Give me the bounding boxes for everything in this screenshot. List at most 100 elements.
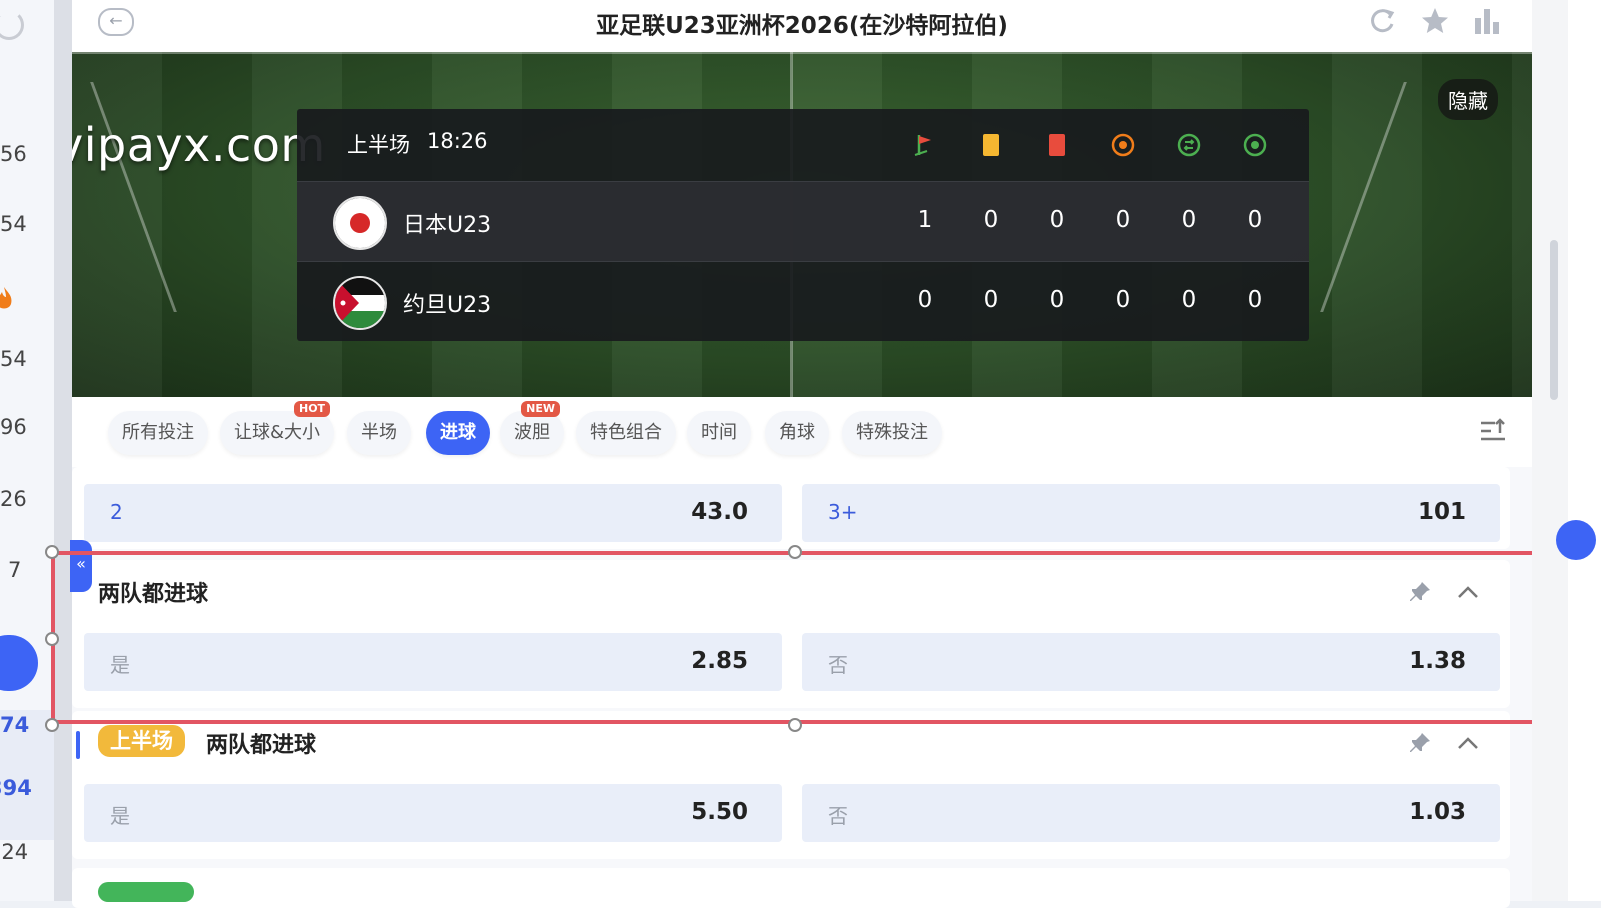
- first-half-badge: 上半场: [98, 725, 185, 757]
- stats-bar-icon[interactable]: [1472, 6, 1502, 36]
- list-value[interactable]: 54: [0, 212, 27, 236]
- odds-value: 1.03: [1409, 799, 1466, 825]
- tab-label: 特殊投注: [856, 422, 928, 443]
- odds-label: 3+: [828, 500, 858, 524]
- substitution-icon: [1156, 129, 1222, 161]
- tab-special-bets[interactable]: 特殊投注: [842, 411, 942, 455]
- market-card-total-goals: 2 43.0 3+ 101: [72, 467, 1510, 549]
- selection-box: [51, 551, 1539, 724]
- tab-handicap-ou[interactable]: 让球&大小 HOT: [220, 401, 335, 455]
- hide-button[interactable]: 隐藏: [1438, 79, 1498, 120]
- pin-icon[interactable]: [1408, 731, 1432, 755]
- odds-value: 101: [1417, 499, 1466, 525]
- team-row-away: 约旦U23 0 0 0 0 0 0: [297, 261, 1309, 342]
- chevron-up-icon[interactable]: [1456, 733, 1480, 753]
- list-value[interactable]: 394: [0, 776, 32, 800]
- odds-label: 2: [110, 500, 123, 524]
- list-value[interactable]: 74: [0, 713, 29, 737]
- corner-flag-icon: [892, 129, 958, 161]
- sort-collapse-icon[interactable]: [1478, 417, 1508, 447]
- stat-substitutions: 0: [1181, 287, 1197, 313]
- goal-ball-icon: [1222, 129, 1288, 161]
- team-name: 日本U23: [403, 213, 492, 238]
- refresh-icon[interactable]: [1368, 6, 1398, 36]
- tab-label: 时间: [701, 422, 737, 443]
- tab-correct-score[interactable]: 波胆 NEW: [500, 401, 564, 455]
- star-icon[interactable]: [1420, 6, 1450, 36]
- tab-time[interactable]: 时间: [687, 411, 751, 455]
- right-gutter: [1532, 0, 1568, 901]
- japan-flag-icon: [333, 196, 387, 250]
- match-period: 上半场: [347, 133, 410, 157]
- odds-button[interactable]: 2 43.0: [84, 484, 782, 542]
- float-button[interactable]: [1556, 520, 1596, 560]
- odds-value: 5.50: [691, 799, 748, 825]
- market-card-first-half-both-score: 上半场 两队都进球 是 5.50 否 1.03: [72, 711, 1510, 859]
- odds-value: 43.0: [691, 499, 748, 525]
- resize-handle[interactable]: [45, 632, 59, 646]
- odds-label: 是: [110, 804, 130, 828]
- tab-all-bets[interactable]: 所有投注: [108, 411, 208, 455]
- stat-red-cards: 0: [1049, 207, 1065, 233]
- refresh-icon[interactable]: [0, 10, 24, 40]
- stat-yellow-cards: 0: [983, 287, 999, 313]
- odds-button[interactable]: 否 1.03: [802, 784, 1500, 842]
- list-value[interactable]: 56: [0, 142, 27, 166]
- tab-label: 半场: [361, 422, 397, 443]
- stat-penalties: 0: [1115, 287, 1131, 313]
- tab-corners[interactable]: 角球: [765, 411, 829, 455]
- scoreboard: 上半场 18:26 日本U23 1 0 0 0 0 0 约旦U23 0 0 0 …: [297, 109, 1309, 341]
- scrollbar[interactable]: [1550, 240, 1558, 400]
- team-name: 约旦U23: [403, 293, 492, 318]
- market-title: 两队都进球: [206, 733, 317, 758]
- list-value[interactable]: 54: [0, 347, 27, 371]
- list-value[interactable]: 7: [8, 558, 21, 582]
- match-detail-panel: ← 亚足联U23亚洲杯2026(在沙特阿拉伯) vipayx.com 隐藏 上半…: [72, 0, 1532, 908]
- stat-corners: 1: [917, 207, 933, 233]
- scoreboard-header: 上半场 18:26: [297, 109, 1309, 181]
- list-value[interactable]: 324: [0, 840, 28, 864]
- odds-button[interactable]: 3+ 101: [802, 484, 1500, 542]
- right-panel: [1556, 0, 1601, 901]
- yellow-card-icon: [958, 129, 1024, 161]
- active-indicator-pill[interactable]: [0, 635, 38, 691]
- red-card-icon: [1024, 129, 1090, 161]
- stat-corners: 0: [917, 287, 933, 313]
- resize-handle[interactable]: [45, 545, 59, 559]
- live-banner: vipayx.com 隐藏 上半场 18:26 日本U23 1 0 0 0 0 …: [72, 52, 1532, 397]
- stat-substitutions: 0: [1181, 207, 1197, 233]
- list-value[interactable]: 96: [0, 415, 27, 439]
- stat-red-cards: 0: [1049, 287, 1065, 313]
- tab-half[interactable]: 半场: [347, 411, 411, 455]
- odds-label: 否: [828, 804, 848, 828]
- new-badge: NEW: [521, 401, 560, 417]
- resize-handle[interactable]: [45, 718, 59, 732]
- hot-badge: HOT: [293, 401, 331, 417]
- tab-label: 角球: [779, 422, 815, 443]
- market-tabs: 所有投注 让球&大小 HOT 半场 进球 波胆 NEW 特色组合 时间 角球 特殊投…: [72, 397, 1532, 467]
- resize-handle[interactable]: [788, 718, 802, 732]
- list-value[interactable]: 26: [0, 487, 27, 511]
- market-card-next: [72, 868, 1510, 908]
- team-row-home: 日本U23 1 0 0 0 0 0: [297, 181, 1309, 262]
- watermark-text: vipayx.com: [72, 118, 326, 172]
- fire-icon: [0, 286, 14, 312]
- tab-label: 特色组合: [590, 422, 662, 443]
- resize-handle[interactable]: [788, 545, 802, 559]
- tab-special-combo[interactable]: 特色组合: [576, 411, 676, 455]
- tab-label: 让球&大小: [234, 422, 321, 443]
- tab-label: 波胆: [514, 422, 550, 443]
- page-title: 亚足联U23亚洲杯2026(在沙特阿拉伯): [596, 13, 1008, 39]
- penalty-icon: [1090, 129, 1156, 161]
- stat-penalties: 0: [1115, 207, 1131, 233]
- odds-button[interactable]: 是 5.50: [84, 784, 782, 842]
- match-clock: 18:26: [427, 129, 488, 153]
- tab-goals[interactable]: 进球: [426, 411, 490, 455]
- stat-goals: 0: [1247, 287, 1263, 313]
- divider: [54, 0, 72, 901]
- left-match-list: 56 54 54 96 26 7 74 394 324: [0, 0, 54, 901]
- header-bar: ← 亚足联U23亚洲杯2026(在沙特阿拉伯): [72, 0, 1532, 52]
- tab-label: 所有投注: [122, 422, 194, 443]
- green-badge: [98, 882, 194, 902]
- tab-label: 进球: [440, 422, 476, 443]
